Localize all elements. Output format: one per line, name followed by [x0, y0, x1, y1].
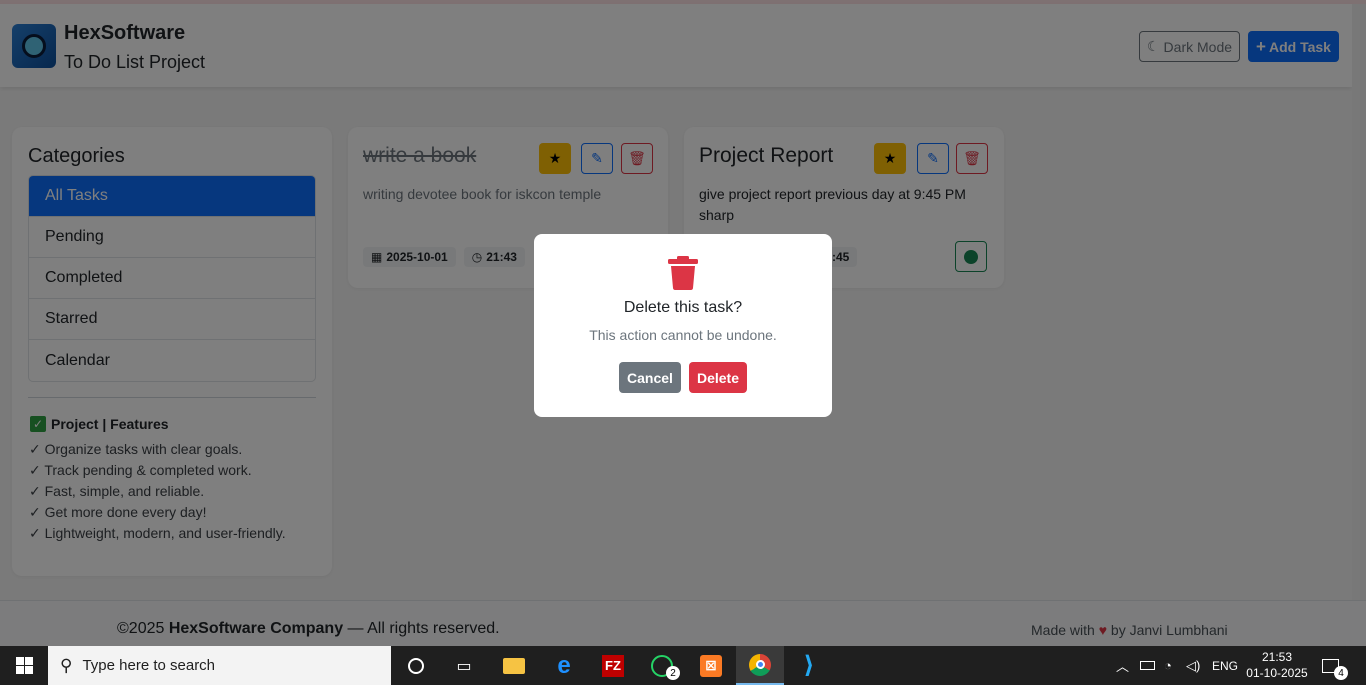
filezilla-icon: FZ: [602, 654, 624, 677]
search-placeholder: Type here to search: [82, 657, 216, 674]
edge-icon: e: [557, 651, 571, 679]
chrome-icon: [749, 653, 771, 676]
search-icon: ⚲: [60, 655, 73, 675]
cortana-button[interactable]: [392, 646, 440, 685]
start-button[interactable]: [0, 646, 48, 685]
vscode-icon: ⟩: [803, 652, 815, 679]
cortana-icon: [408, 657, 424, 674]
file-explorer-button[interactable]: [490, 646, 538, 685]
dialog-message: This action cannot be undone.: [589, 327, 777, 343]
task-view-button[interactable]: ▭: [440, 646, 488, 685]
battery-status[interactable]: [1140, 646, 1155, 685]
show-hidden-icons-button[interactable]: ︿: [1116, 646, 1129, 685]
clock-time: 21:53: [1261, 650, 1293, 664]
action-center-button[interactable]: 4: [1322, 646, 1348, 685]
whatsapp-button[interactable]: 2: [638, 646, 686, 685]
network-status[interactable]: ◔: [1164, 646, 1172, 685]
wifi-icon: ◔: [1164, 658, 1172, 673]
volume-control[interactable]: ◁): [1186, 646, 1200, 685]
windows-logo-icon: [15, 657, 33, 674]
chrome-button[interactable]: [736, 646, 784, 685]
taskbar-clock[interactable]: 21:53 01-10-2025: [1246, 649, 1308, 681]
vscode-button[interactable]: ⟩: [785, 646, 833, 685]
notification-count: 4: [1334, 666, 1348, 680]
filezilla-button[interactable]: FZ: [589, 646, 637, 685]
taskbar-search-box[interactable]: ⚲ Type here to search: [48, 646, 391, 685]
language-label: ENG: [1212, 658, 1239, 673]
task-view-icon: ▭: [456, 657, 472, 675]
delete-confirm-dialog: Delete this task? This action cannot be …: [534, 234, 832, 417]
xampp-button[interactable]: ⊠: [687, 646, 735, 685]
battery-icon: [1140, 661, 1155, 670]
clock-date: 01-10-2025: [1246, 666, 1308, 680]
edge-button[interactable]: e: [540, 646, 588, 685]
windows-taskbar: ⚲ Type here to search ▭ e FZ 2 ⊠ ⟩ ︿ ◔ ◁…: [0, 646, 1366, 685]
xampp-icon: ⊠: [700, 654, 722, 677]
trash-icon: [668, 256, 698, 290]
dialog-title: Delete this task?: [623, 299, 743, 316]
language-indicator[interactable]: ENG: [1212, 646, 1238, 685]
whatsapp-badge: 2: [666, 666, 680, 680]
speaker-icon: ◁): [1186, 657, 1201, 673]
chevron-up-icon: ︿: [1116, 659, 1130, 674]
folder-icon: [503, 657, 525, 674]
cancel-button[interactable]: Cancel: [619, 362, 681, 393]
confirm-delete-button[interactable]: Delete: [689, 362, 747, 393]
